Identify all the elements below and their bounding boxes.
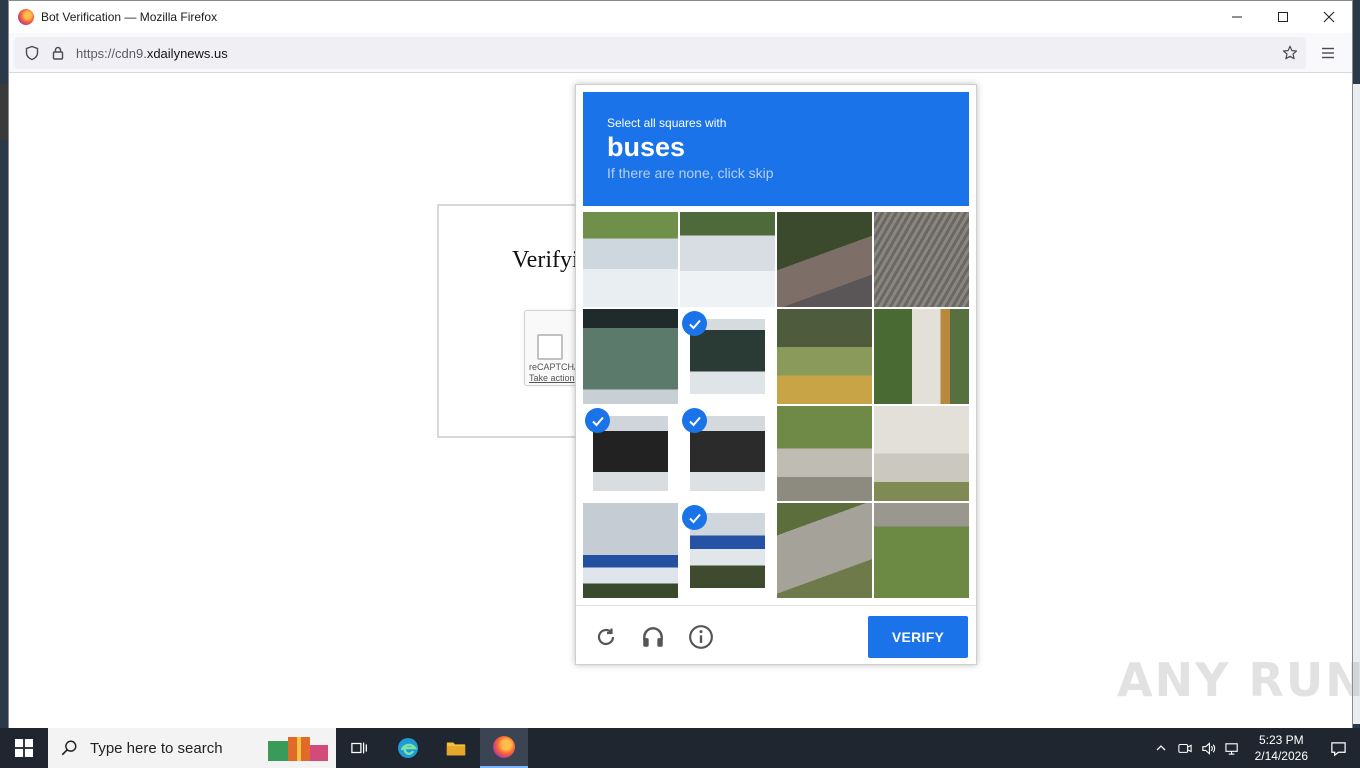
challenge-skip-hint: If there are none, click skip xyxy=(607,165,774,181)
file-explorer-icon[interactable] xyxy=(432,728,480,768)
url-prefix: https://cdn9. xyxy=(76,45,147,61)
grid-tile[interactable] xyxy=(777,309,872,404)
info-icon[interactable] xyxy=(688,624,714,650)
taskbar: Type here to search 5:23 PM 2/14/2026 xyxy=(0,728,1360,768)
network-icon[interactable] xyxy=(1221,728,1245,768)
recaptcha-challenge: Select all squares with buses If there a… xyxy=(575,84,977,665)
gift-icon xyxy=(268,735,330,761)
challenge-header: Select all squares with buses If there a… xyxy=(583,92,969,206)
notification-icon[interactable] xyxy=(1316,728,1360,768)
lock-icon[interactable] xyxy=(50,45,66,61)
recaptcha-brand: reCAPTCHA xyxy=(529,362,581,372)
desktop-background xyxy=(0,84,8,140)
title-bar: Bot Verification — Mozilla Firefox xyxy=(9,1,1352,33)
navigation-bar: https://cdn9.xdailynews.us xyxy=(9,33,1352,73)
grid-tile[interactable] xyxy=(680,309,775,404)
system-tray: 5:23 PM 2/14/2026 xyxy=(1149,728,1360,768)
system-clock[interactable]: 5:23 PM 2/14/2026 xyxy=(1255,732,1308,764)
anyrun-watermark: ANY RUN xyxy=(1117,653,1360,707)
recaptcha-checkbox[interactable] xyxy=(537,334,563,360)
grid-tile[interactable] xyxy=(777,406,872,501)
challenge-grid xyxy=(583,212,969,598)
selected-check-icon xyxy=(682,505,707,530)
grid-tile[interactable] xyxy=(874,406,969,501)
verify-button[interactable]: VERIFY xyxy=(868,616,968,658)
edge-icon[interactable] xyxy=(384,728,432,768)
grid-tile[interactable] xyxy=(777,212,872,307)
window-controls xyxy=(1214,1,1352,33)
start-button[interactable] xyxy=(0,728,48,768)
firefox-window: Bot Verification — Mozilla Firefox https… xyxy=(8,0,1360,728)
challenge-footer: VERIFY xyxy=(576,605,976,665)
grid-tile[interactable] xyxy=(680,212,775,307)
clock-date: 2/14/2026 xyxy=(1254,749,1308,763)
grid-tile[interactable] xyxy=(583,503,678,598)
grid-tile[interactable] xyxy=(680,406,775,501)
taskbar-search[interactable]: Type here to search xyxy=(48,728,336,768)
search-icon xyxy=(61,740,77,756)
bookmark-star-icon[interactable] xyxy=(1282,45,1298,61)
grid-tile[interactable] xyxy=(583,406,678,501)
grid-tile[interactable] xyxy=(874,212,969,307)
search-placeholder: Type here to search xyxy=(90,739,223,757)
grid-tile[interactable] xyxy=(874,309,969,404)
clock-time: 5:23 PM xyxy=(1258,733,1304,747)
grid-tile[interactable] xyxy=(583,212,678,307)
grid-tile[interactable] xyxy=(874,503,969,598)
minimize-button[interactable] xyxy=(1214,1,1260,33)
page-content: Verifyi reCAPTCHA Take action Select all… xyxy=(9,73,1360,728)
selected-check-icon xyxy=(682,408,707,433)
close-button[interactable] xyxy=(1306,1,1352,33)
firefox-taskbar-icon[interactable] xyxy=(480,728,528,768)
shield-icon[interactable] xyxy=(24,45,40,61)
task-view-icon[interactable] xyxy=(336,728,384,768)
page-heading: Verifyi xyxy=(512,247,579,273)
recaptcha-take-action-link[interactable]: Take action xyxy=(529,373,575,383)
selected-check-icon xyxy=(682,311,707,336)
chevron-up-icon[interactable] xyxy=(1149,728,1173,768)
challenge-target: buses xyxy=(607,132,686,162)
grid-tile[interactable] xyxy=(777,503,872,598)
grid-tile[interactable] xyxy=(583,309,678,404)
hamburger-menu-icon[interactable] xyxy=(1320,45,1336,61)
challenge-prompt: Select all squares with xyxy=(607,116,727,130)
window-title: Bot Verification — Mozilla Firefox xyxy=(41,10,218,24)
grid-tile[interactable] xyxy=(680,503,775,598)
selected-check-icon xyxy=(585,408,610,433)
firefox-logo-icon xyxy=(18,9,34,25)
volume-icon[interactable] xyxy=(1197,728,1221,768)
firefox-logo-icon xyxy=(493,736,515,758)
maximize-button[interactable] xyxy=(1260,1,1306,33)
desktop-background-right xyxy=(1352,84,1360,724)
url-text[interactable]: https://cdn9.xdailynews.us xyxy=(76,46,228,61)
meet-now-icon[interactable] xyxy=(1173,728,1197,768)
url-domain: xdailynews.us xyxy=(146,45,228,61)
audio-icon[interactable] xyxy=(640,624,666,650)
url-bar[interactable]: https://cdn9.xdailynews.us xyxy=(14,37,1306,69)
reload-icon[interactable] xyxy=(593,624,619,650)
windows-logo-icon xyxy=(15,739,33,757)
